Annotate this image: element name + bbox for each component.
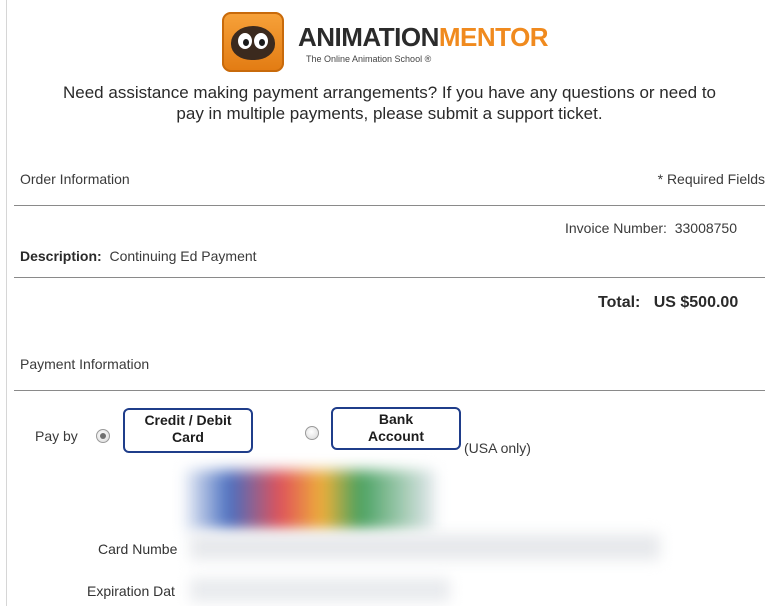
order-information-heading: Order Information — [20, 171, 130, 187]
brand-tagline: The Online Animation School ® — [306, 54, 432, 64]
card-number-label: Card Numbe — [98, 541, 178, 557]
invoice-number: Invoice Number: 33008750 — [565, 220, 738, 236]
divider — [14, 277, 765, 278]
brand-name: ANIMATIONMENTOR — [298, 22, 549, 52]
card-number-input[interactable] — [190, 534, 660, 560]
bank-account-button[interactable]: Bank Account — [331, 407, 461, 450]
radio-bank-account[interactable] — [305, 426, 319, 440]
expiration-date-input[interactable] — [190, 578, 450, 602]
credit-debit-card-button[interactable]: Credit / Debit Card — [123, 408, 253, 453]
usa-only-note: (USA only) — [464, 440, 531, 456]
page-left-border — [6, 0, 7, 606]
pay-by-label: Pay by — [35, 428, 78, 444]
divider — [14, 390, 765, 391]
animation-mentor-logo: ANIMATIONMENTOR The Online Animation Sch… — [222, 12, 582, 74]
expiration-date-label: Expiration Dat — [87, 583, 175, 599]
order-total: Total: US $500.00 — [598, 294, 739, 311]
order-description: Description: Continuing Ed Payment — [20, 248, 257, 264]
divider — [14, 205, 765, 206]
owl-mascot-icon — [222, 12, 284, 72]
radio-credit-card[interactable] — [96, 429, 110, 443]
card-logos-blurred — [185, 470, 435, 530]
assistance-message: Need assistance making payment arrangeme… — [63, 83, 716, 123]
payment-information-heading: Payment Information — [20, 356, 150, 372]
required-fields-note: * Required Fields — [657, 171, 765, 187]
